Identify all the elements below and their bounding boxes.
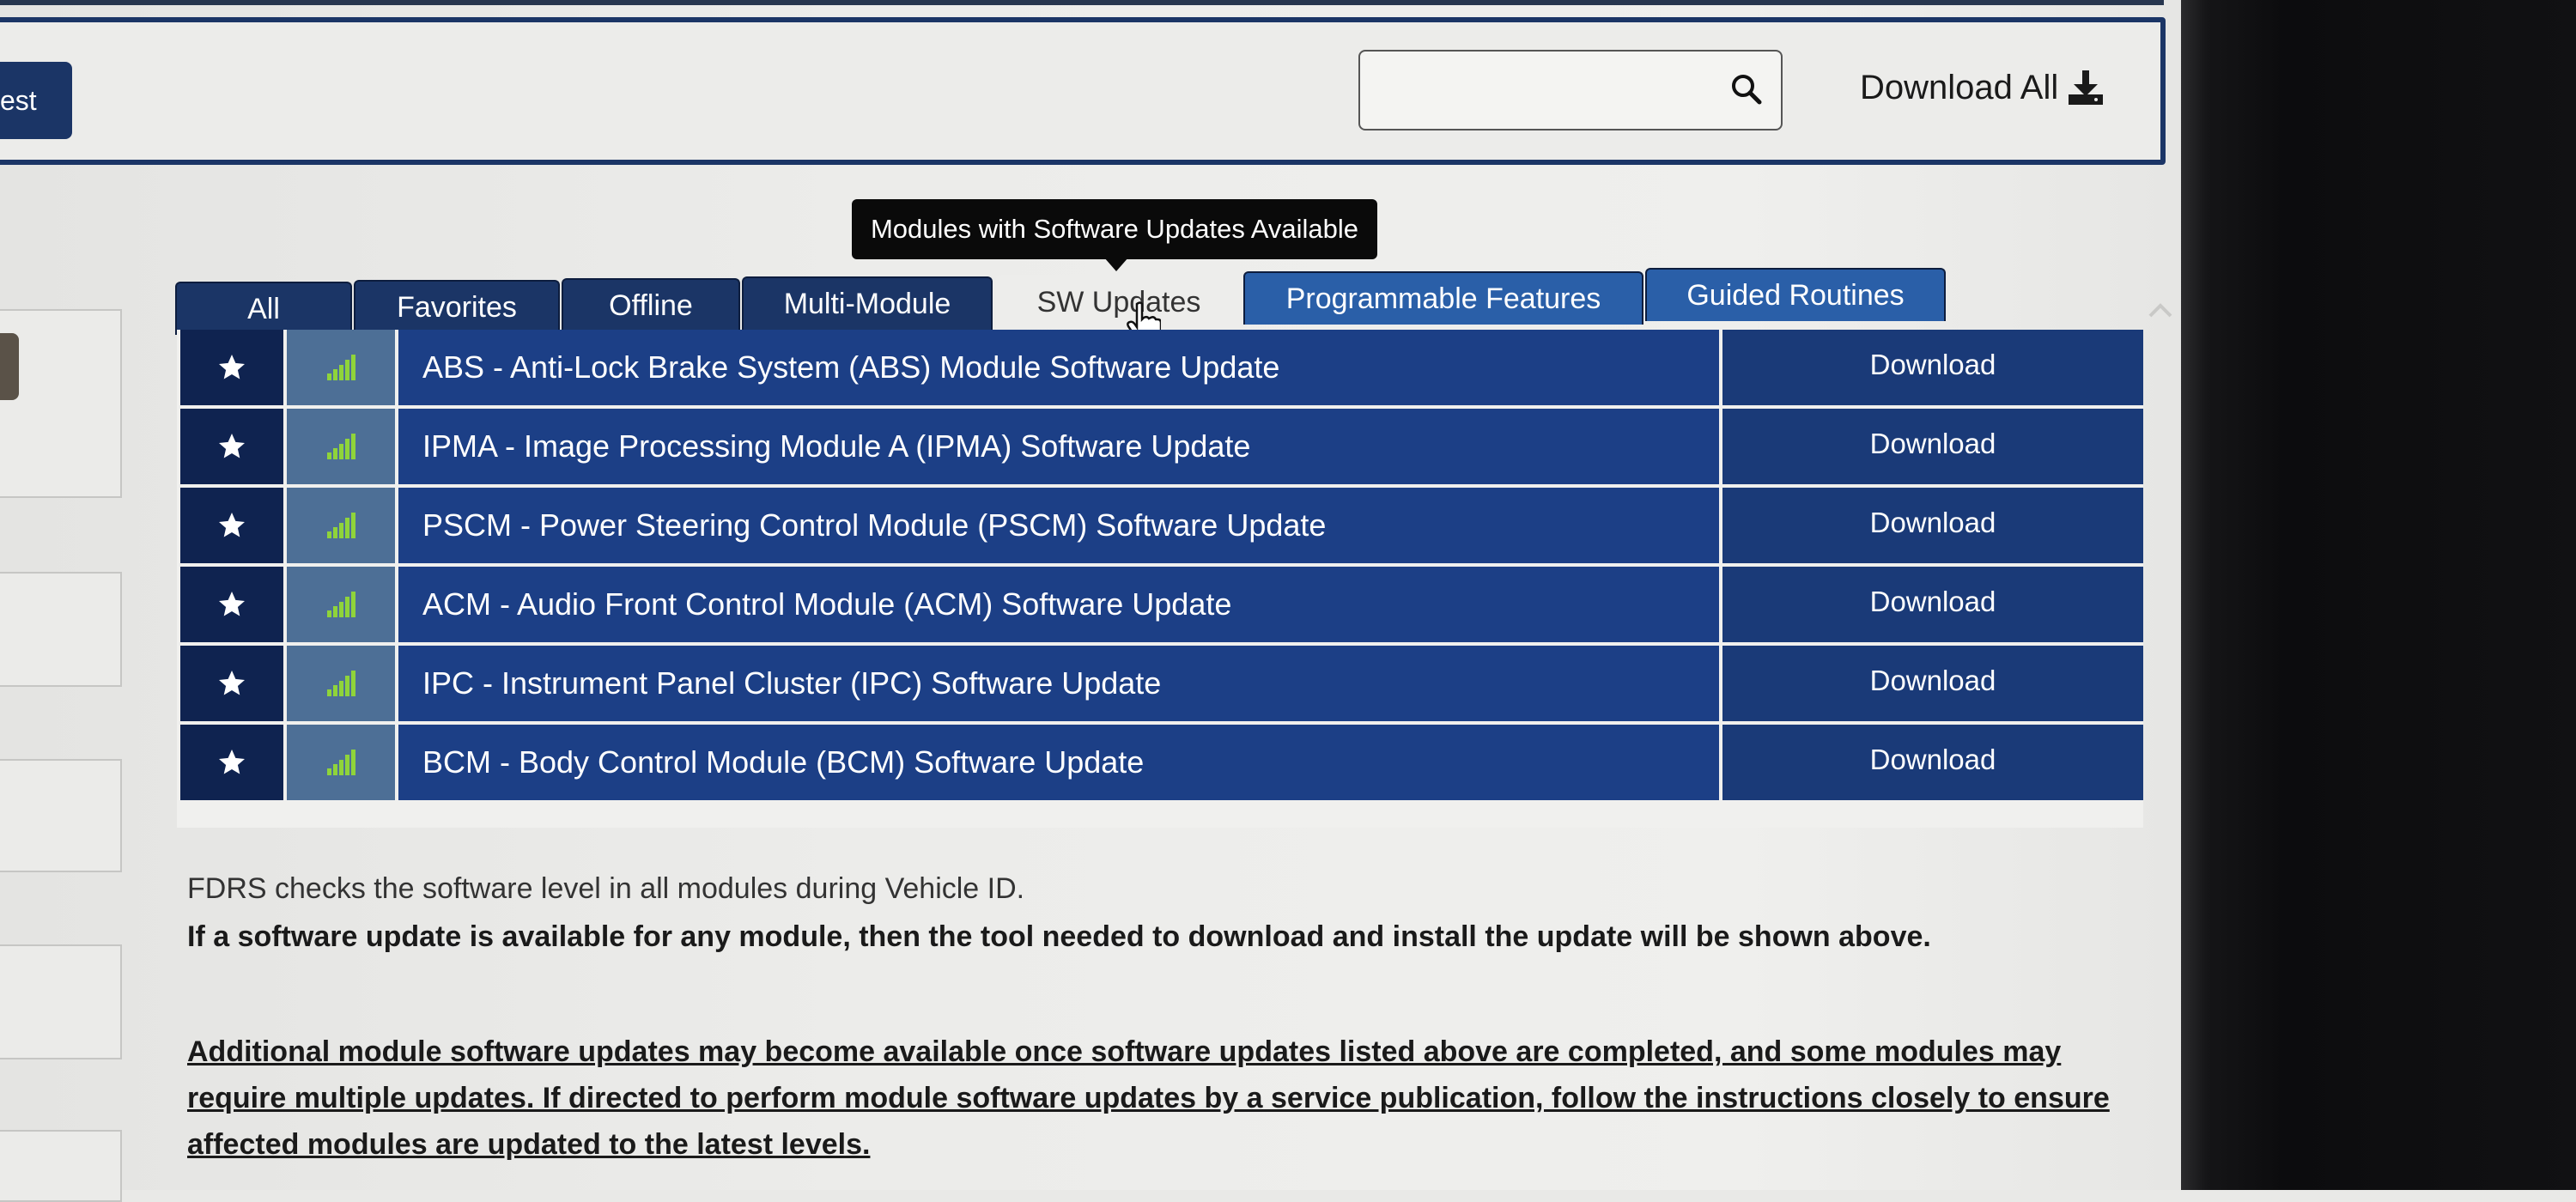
search-input[interactable]	[1358, 50, 1783, 131]
signal-cell	[287, 646, 395, 721]
test-button-label: est	[0, 84, 37, 116]
signal-cell	[287, 567, 395, 642]
test-button[interactable]: est	[0, 62, 72, 139]
signal-bars-icon	[327, 592, 355, 617]
tab-label: Guided Routines	[1686, 278, 1905, 312]
left-panel-frame	[0, 759, 122, 872]
tab-offline[interactable]: Offline	[562, 278, 740, 331]
tab-favorites[interactable]: Favorites	[354, 280, 560, 333]
signal-bars-icon	[327, 355, 355, 380]
download-button[interactable]: Download	[1722, 409, 2143, 484]
info-text-underlined: Additional module software updates may b…	[187, 1035, 2110, 1161]
module-name[interactable]: IPC - Instrument Panel Cluster (IPC) Sof…	[398, 646, 1719, 721]
search-icon[interactable]	[1729, 72, 1764, 106]
star-icon	[219, 513, 245, 537]
table-row: BCM - Body Control Module (BCM) Software…	[177, 725, 2143, 802]
tab-label: SW Updates	[1036, 285, 1201, 319]
table-row: PSCM - Power Steering Control Module (PS…	[177, 488, 2143, 565]
signal-bars-icon	[327, 750, 355, 775]
module-name[interactable]: ABS - Anti-Lock Brake System (ABS) Modul…	[398, 330, 1719, 405]
download-icon	[2069, 70, 2104, 105]
left-panel-frame	[0, 1130, 122, 1202]
download-button[interactable]: Download	[1722, 330, 2143, 405]
favorite-button[interactable]	[180, 725, 283, 800]
star-icon	[219, 434, 245, 458]
favorite-button[interactable]	[180, 409, 283, 484]
table-row: IPC - Instrument Panel Cluster (IPC) Sof…	[177, 646, 2143, 723]
download-all-button[interactable]: Download All	[1860, 62, 2105, 113]
module-name[interactable]: PSCM - Power Steering Control Module (PS…	[398, 488, 1719, 563]
tab-label: Offline	[609, 288, 693, 322]
scroll-up-icon[interactable]	[2145, 295, 2176, 326]
module-name[interactable]: IPMA - Image Processing Module A (IPMA) …	[398, 409, 1719, 484]
download-button[interactable]: Download	[1722, 646, 2143, 721]
monitor-bezel	[2181, 0, 2576, 1190]
tab-multi-module[interactable]: Multi-Module	[742, 276, 993, 330]
favorite-button[interactable]	[180, 646, 283, 721]
signal-cell	[287, 488, 395, 563]
favorite-button[interactable]	[180, 567, 283, 642]
top-strip	[0, 0, 2164, 5]
app-screen: est Download All Modules with Software U…	[0, 0, 2181, 1202]
star-icon	[219, 671, 245, 695]
module-name[interactable]: BCM - Body Control Module (BCM) Software…	[398, 725, 1719, 800]
table-row: ABS - Anti-Lock Brake System (ABS) Modul…	[177, 330, 2143, 407]
tooltip-arrow	[1104, 258, 1128, 271]
tab-programmable-features[interactable]: Programmable Features	[1243, 271, 1643, 325]
download-button[interactable]: Download	[1722, 567, 2143, 642]
info-text-bold: If a software update is available for an…	[187, 920, 1931, 953]
table-row: ACM - Audio Front Control Module (ACM) S…	[177, 567, 2143, 644]
star-icon	[219, 592, 245, 616]
tab-sw-updates[interactable]: SW Updates	[996, 275, 1242, 328]
table-row: IPMA - Image Processing Module A (IPMA) …	[177, 409, 2143, 486]
search-field[interactable]	[1374, 69, 1704, 112]
star-icon	[219, 750, 245, 774]
signal-cell	[287, 330, 395, 405]
left-panel-frame	[0, 944, 122, 1059]
module-name[interactable]: ACM - Audio Front Control Module (ACM) S…	[398, 567, 1719, 642]
tab-guided-routines[interactable]: Guided Routines	[1645, 268, 1946, 321]
left-panel-handle[interactable]	[0, 333, 19, 400]
signal-bars-icon	[327, 434, 355, 459]
signal-bars-icon	[327, 671, 355, 696]
tab-all[interactable]: All	[175, 282, 352, 335]
header-panel	[0, 17, 2166, 165]
download-all-label: Download All	[1860, 68, 2059, 106]
tooltip: Modules with Software Updates Available	[852, 199, 1377, 259]
tab-label: Multi-Module	[783, 287, 951, 320]
info-text: FDRS checks the software level in all mo…	[187, 872, 1025, 905]
signal-cell	[287, 409, 395, 484]
tab-label: Favorites	[397, 290, 517, 324]
left-panel-frame	[0, 572, 122, 687]
download-button[interactable]: Download	[1722, 725, 2143, 800]
star-icon	[219, 355, 245, 379]
signal-cell	[287, 725, 395, 800]
tab-label: Programmable Features	[1285, 282, 1601, 315]
tab-label: All	[247, 292, 280, 325]
favorite-button[interactable]	[180, 488, 283, 563]
download-button[interactable]: Download	[1722, 488, 2143, 563]
signal-bars-icon	[327, 513, 355, 538]
favorite-button[interactable]	[180, 330, 283, 405]
